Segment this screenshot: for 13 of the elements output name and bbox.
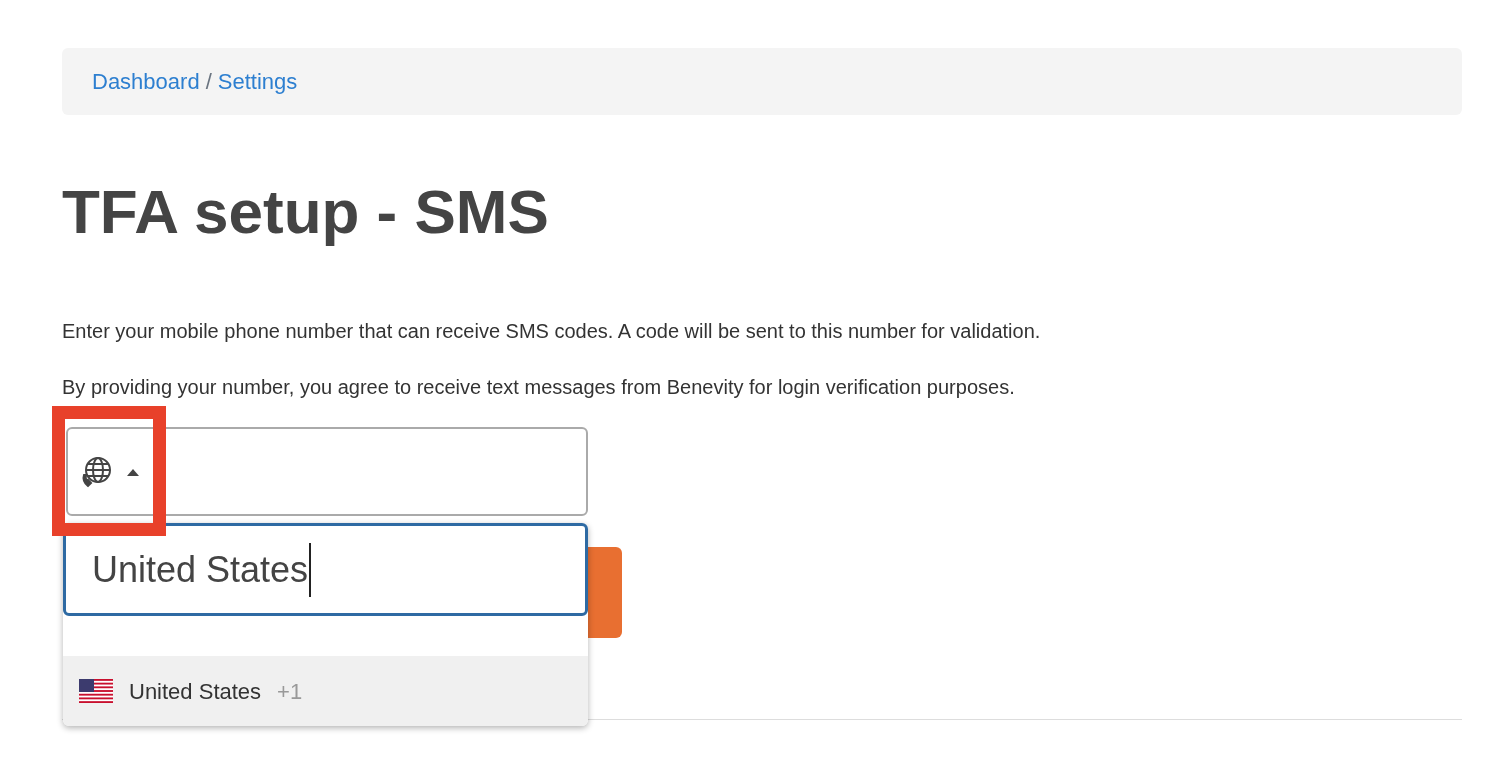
- phone-field[interactable]: [66, 427, 588, 516]
- caret-icon[interactable]: [126, 467, 140, 476]
- globe-phone-icon: [80, 454, 114, 489]
- instruction-text: By providing your number, you agree to receive text messages from Benevity for login verification purposes.: [62, 375, 1016, 400]
- country-name: United States: [129, 677, 262, 706]
- country-search-field[interactable]: United States: [63, 523, 588, 616]
- dial-code: +1: [277, 677, 303, 706]
- instruction-text: Enter your mobile phone number that can receive SMS codes. A code will be sent to this number for validation.: [62, 319, 1042, 344]
- breadcrumb-link[interactable]: Dashboard: [92, 65, 200, 98]
- flag-icon: [79, 679, 113, 703]
- breadcrumb-separator: /: [205, 68, 212, 96]
- breadcrumb-link[interactable]: Settings: [217, 65, 298, 98]
- country-option[interactable]: United States +1: [63, 656, 588, 726]
